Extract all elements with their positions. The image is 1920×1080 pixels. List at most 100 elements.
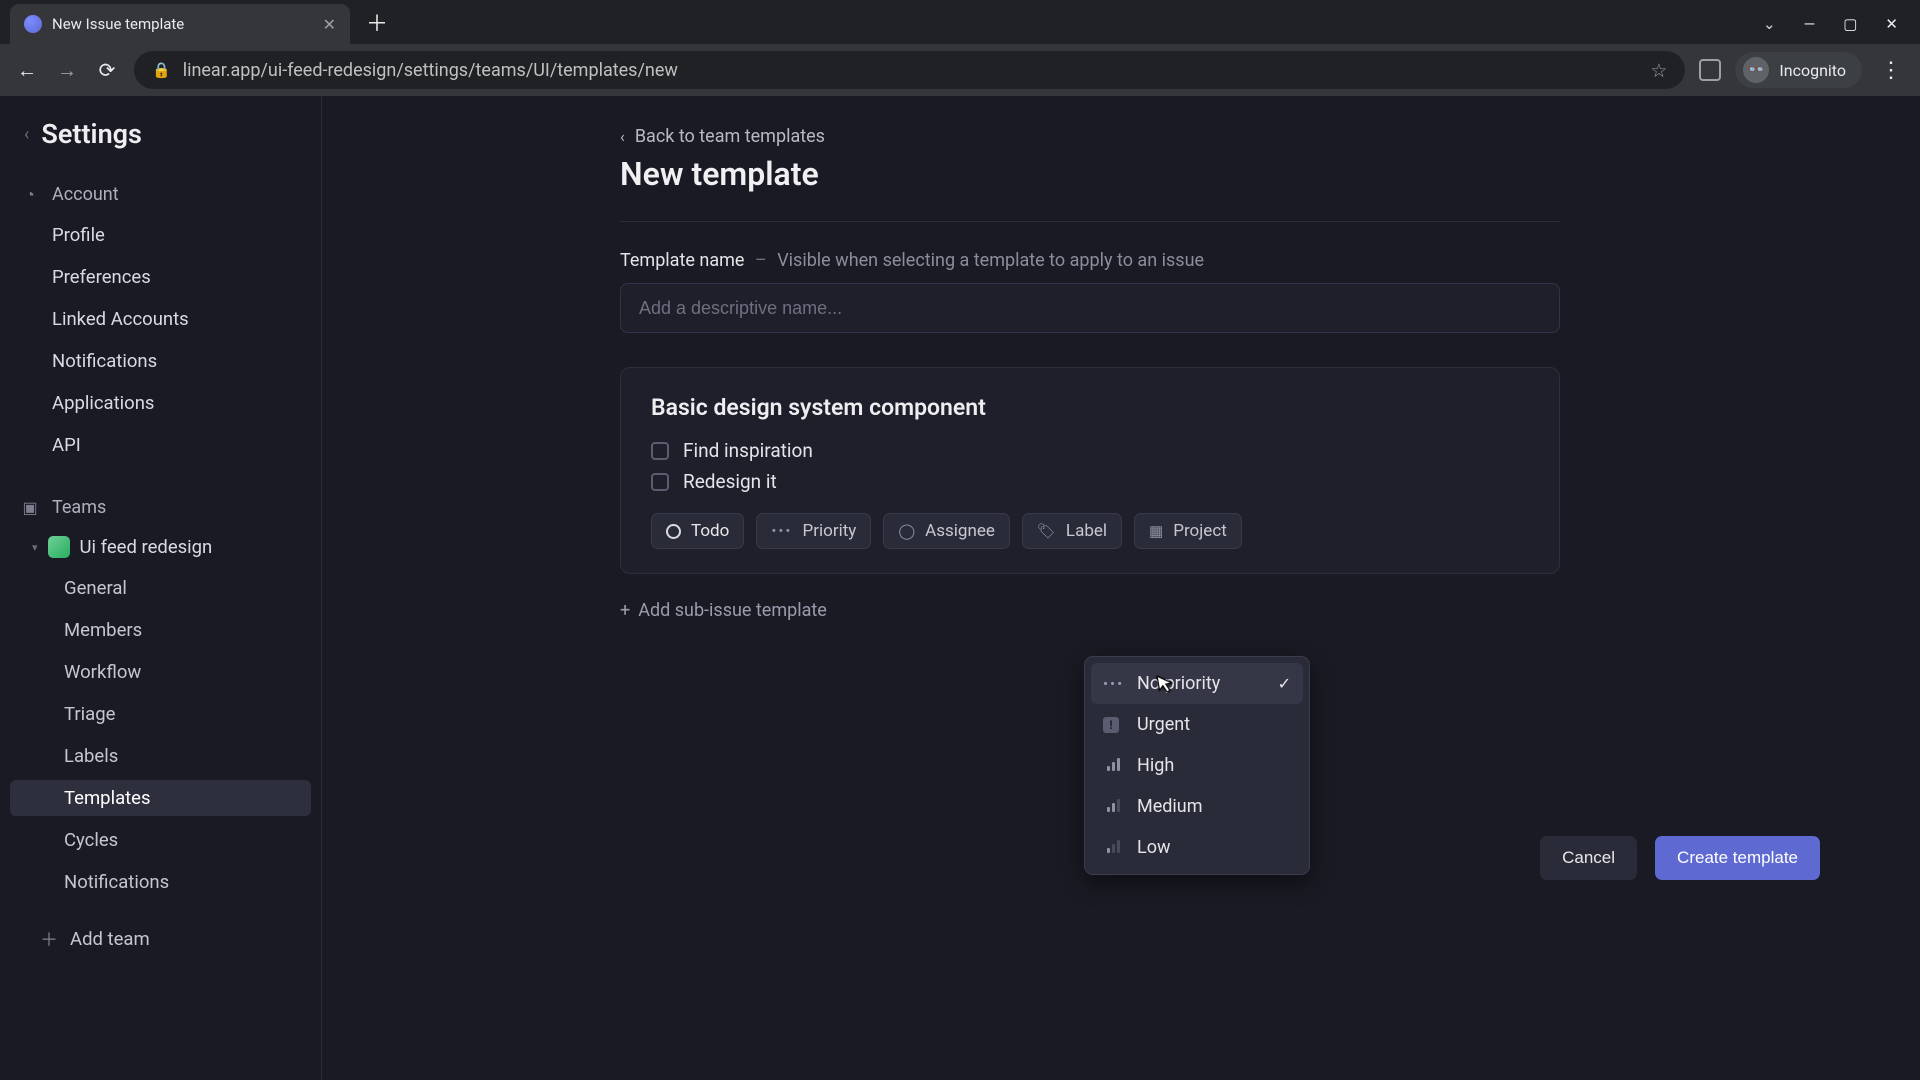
url-input[interactable]: 🔒 linear.app/ui-feed-redesign/settings/t… bbox=[134, 51, 1685, 89]
priority-high-icon bbox=[1103, 757, 1123, 775]
teams-icon: ▣ bbox=[20, 498, 40, 517]
form-footer: Cancel Create template bbox=[1540, 836, 1820, 880]
project-grid-icon: ▦ bbox=[1149, 522, 1163, 540]
team-item-members[interactable]: Members bbox=[10, 612, 311, 648]
back-link[interactable]: ‹ Back to team templates bbox=[620, 126, 1560, 147]
reload-icon[interactable]: ⟳ bbox=[94, 58, 120, 82]
close-window-icon[interactable]: ✕ bbox=[1885, 15, 1898, 33]
linear-favicon bbox=[24, 15, 42, 33]
team-expand-icon[interactable]: ▾ bbox=[32, 541, 38, 554]
sidebar-item-notifications[interactable]: Notifications bbox=[10, 343, 311, 379]
team-item-cycles[interactable]: Cycles bbox=[10, 822, 311, 858]
template-name-hint: Visible when selecting a template to app… bbox=[777, 250, 1204, 271]
label-pill[interactable]: 🏷 Label bbox=[1022, 513, 1122, 549]
label-label: Label bbox=[1066, 521, 1107, 541]
window-controls: ⌄ — ▢ ✕ bbox=[1763, 4, 1920, 44]
lock-icon: 🔒 bbox=[152, 61, 171, 79]
priority-option-no-priority[interactable]: ••• No priority ✓ bbox=[1091, 663, 1303, 704]
account-label: Account bbox=[52, 184, 119, 205]
new-tab-button[interactable]: ＋ bbox=[356, 0, 398, 44]
checkbox-icon[interactable] bbox=[651, 442, 669, 460]
minimize-icon[interactable]: — bbox=[1804, 15, 1816, 33]
divider bbox=[620, 221, 1560, 222]
team-row[interactable]: ▾ Ui feed redesign bbox=[10, 530, 311, 564]
forward-icon[interactable]: → bbox=[54, 58, 80, 83]
project-pill[interactable]: ▦ Project bbox=[1134, 513, 1242, 549]
app-root: ‹ Settings ◔ Account Profile Preferences… bbox=[0, 96, 1920, 1080]
url-text: linear.app/ui-feed-redesign/settings/tea… bbox=[183, 60, 678, 81]
create-template-button[interactable]: Create template bbox=[1655, 836, 1820, 880]
sidebar-item-profile[interactable]: Profile bbox=[10, 217, 311, 253]
assignee-pill[interactable]: ◯ Assignee bbox=[883, 513, 1010, 549]
browser-tab[interactable]: New Issue template ✕ bbox=[10, 4, 350, 44]
settings-title: Settings bbox=[41, 118, 142, 150]
priority-dropdown[interactable]: ••• No priority ✓ ! Urgent High Medium L… bbox=[1084, 656, 1310, 875]
add-team-button[interactable]: ＋ Add team bbox=[10, 916, 311, 962]
priority-option-low[interactable]: Low bbox=[1091, 827, 1303, 868]
extensions-icon[interactable] bbox=[1699, 59, 1721, 81]
maximize-icon[interactable]: ▢ bbox=[1843, 15, 1857, 33]
urgent-icon: ! bbox=[1103, 717, 1123, 733]
chevron-left-icon: ‹ bbox=[620, 127, 625, 146]
option-label: No priority bbox=[1137, 673, 1220, 694]
team-item-workflow[interactable]: Workflow bbox=[10, 654, 311, 690]
issue-title[interactable]: Basic design system component bbox=[651, 394, 1529, 421]
plus-icon: ＋ bbox=[40, 926, 58, 952]
priority-pill[interactable]: ••• Priority bbox=[756, 513, 871, 549]
priority-option-medium[interactable]: Medium bbox=[1091, 786, 1303, 827]
priority-option-urgent[interactable]: ! Urgent bbox=[1091, 704, 1303, 745]
priority-dots-icon: ••• bbox=[771, 522, 792, 540]
team-name: Ui feed redesign bbox=[80, 536, 213, 558]
priority-medium-icon bbox=[1103, 798, 1123, 816]
add-sub-issue-label: Add sub-issue template bbox=[638, 600, 827, 621]
incognito-pill[interactable]: 👓 Incognito bbox=[1735, 52, 1862, 88]
project-label: Project bbox=[1173, 521, 1227, 541]
status-circle-icon bbox=[666, 524, 681, 539]
team-item-templates[interactable]: Templates bbox=[10, 780, 311, 816]
team-item-triage[interactable]: Triage bbox=[10, 696, 311, 732]
bookmark-star-icon[interactable]: ☆ bbox=[1650, 59, 1667, 82]
incognito-label: Incognito bbox=[1779, 61, 1846, 80]
browser-menu-icon[interactable]: ⋮ bbox=[1876, 58, 1906, 83]
add-sub-issue-button[interactable]: + Add sub-issue template bbox=[620, 600, 1560, 621]
priority-label: Priority bbox=[803, 521, 857, 541]
status-pill[interactable]: Todo bbox=[651, 513, 744, 549]
add-team-label: Add team bbox=[70, 928, 150, 950]
tabs-chevron-icon[interactable]: ⌄ bbox=[1763, 15, 1776, 33]
back-chevron-icon[interactable]: ‹ bbox=[24, 124, 29, 145]
team-item-notifications[interactable]: Notifications bbox=[10, 864, 311, 900]
checklist-item[interactable]: Find inspiration bbox=[651, 439, 1529, 462]
browser-chrome: New Issue template ✕ ＋ ⌄ — ▢ ✕ ← → ⟳ 🔒 l… bbox=[0, 0, 1920, 96]
checkbox-icon[interactable] bbox=[651, 473, 669, 491]
priority-option-high[interactable]: High bbox=[1091, 745, 1303, 786]
team-item-general[interactable]: General bbox=[10, 570, 311, 606]
label-tag-icon: 🏷 bbox=[1037, 522, 1056, 540]
cancel-button[interactable]: Cancel bbox=[1540, 836, 1637, 880]
incognito-icon: 👓 bbox=[1743, 57, 1769, 83]
team-item-labels[interactable]: Labels bbox=[10, 738, 311, 774]
settings-sidebar: ‹ Settings ◔ Account Profile Preferences… bbox=[0, 96, 322, 1080]
property-pills: Todo ••• Priority ◯ Assignee 🏷 Label bbox=[651, 513, 1529, 549]
status-label: Todo bbox=[691, 521, 729, 541]
main-content: ‹ Back to team templates New template Te… bbox=[322, 96, 1920, 1080]
checklist-item[interactable]: Redesign it bbox=[651, 470, 1529, 493]
check-icon: ✓ bbox=[1278, 674, 1291, 693]
sidebar-item-api[interactable]: API bbox=[10, 427, 311, 463]
close-tab-icon[interactable]: ✕ bbox=[323, 15, 336, 34]
assignee-label: Assignee bbox=[925, 521, 995, 541]
sidebar-item-linked-accounts[interactable]: Linked Accounts bbox=[10, 301, 311, 337]
settings-header: ‹ Settings bbox=[10, 118, 311, 168]
account-icon: ◔ bbox=[20, 185, 40, 205]
back-icon[interactable]: ← bbox=[14, 58, 40, 83]
sidebar-item-preferences[interactable]: Preferences bbox=[10, 259, 311, 295]
tab-bar: New Issue template ✕ ＋ ⌄ — ▢ ✕ bbox=[0, 0, 1920, 44]
address-bar: ← → ⟳ 🔒 linear.app/ui-feed-redesign/sett… bbox=[0, 44, 1920, 96]
option-label: High bbox=[1137, 755, 1174, 776]
template-name-input[interactable] bbox=[620, 283, 1560, 333]
option-label: Medium bbox=[1137, 796, 1203, 817]
sidebar-item-applications[interactable]: Applications bbox=[10, 385, 311, 421]
option-label: Low bbox=[1137, 837, 1171, 858]
teams-section-header: ▣ Teams bbox=[10, 487, 311, 524]
assignee-icon: ◯ bbox=[898, 522, 915, 540]
teams-label: Teams bbox=[52, 497, 106, 518]
